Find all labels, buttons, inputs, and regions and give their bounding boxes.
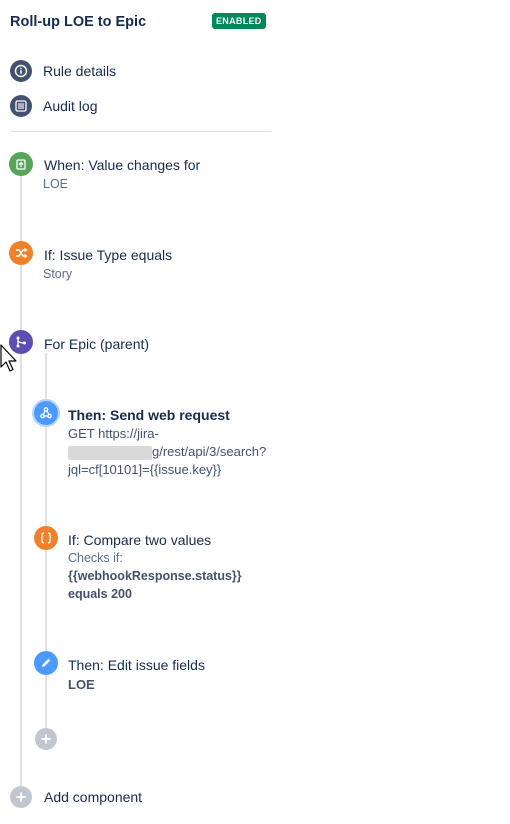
- send-web-request-step[interactable]: Then: Send web request GET https://jira-…: [32, 399, 274, 481]
- trigger-title: When: Value changes for: [44, 157, 201, 173]
- rule-details-link[interactable]: Rule details: [10, 60, 210, 84]
- trigger-value: LOE: [43, 177, 69, 191]
- add-component-label: Add component: [44, 789, 143, 805]
- rule-title: Roll-up LOE to Epic: [10, 14, 147, 30]
- web-request-url-line2: g/rest/api/3/search?: [152, 444, 267, 459]
- braces-icon: [34, 526, 58, 550]
- rule-details-label: Rule details: [43, 63, 117, 79]
- edit-issue-fields-step[interactable]: Then: Edit issue fields LOE: [34, 651, 274, 695]
- audit-log-link[interactable]: Audit log: [10, 95, 210, 119]
- branch-title: For Epic (parent): [44, 336, 150, 352]
- branch-step[interactable]: For Epic (parent): [9, 330, 269, 356]
- edit-issue-fields-title: Then: Edit issue fields: [68, 657, 205, 673]
- web-request-url-line1: GET https://jira-: [68, 426, 159, 441]
- issue-type-condition-step[interactable]: If: Issue Type equals Story: [9, 241, 269, 285]
- divider: [10, 131, 271, 132]
- webhook-icon: [34, 401, 58, 425]
- trigger-step[interactable]: When: Value changes for LOE: [9, 152, 269, 196]
- list-icon: [10, 95, 32, 117]
- info-icon: [10, 60, 32, 82]
- plus-icon: [10, 786, 32, 808]
- status-badge: ENABLED: [212, 13, 266, 29]
- add-branch-component-button[interactable]: [35, 728, 57, 750]
- shuffle-icon: [9, 241, 33, 265]
- pencil-icon: [34, 651, 58, 675]
- compare-expression: {{webhookResponse.status}}: [68, 569, 242, 583]
- compare-values-step[interactable]: If: Compare two values Checks if: {{webh…: [34, 526, 274, 606]
- audit-log-label: Audit log: [43, 98, 98, 114]
- issue-type-condition-title: If: Issue Type equals: [44, 247, 173, 263]
- compare-equals: equals 200: [68, 587, 132, 601]
- issue-type-condition-value: Story: [43, 267, 73, 281]
- trigger-icon: [9, 152, 33, 176]
- compare-checks-label: Checks if:: [68, 551, 123, 565]
- edit-issue-fields-value: LOE: [68, 677, 95, 692]
- redacted-hostname: [68, 446, 152, 460]
- mouse-cursor: [0, 344, 20, 374]
- web-request-url-line3: jql=cf[10101]={{issue.key}}: [68, 462, 222, 477]
- compare-values-title: If: Compare two values: [68, 532, 212, 548]
- send-web-request-title: Then: Send web request: [68, 407, 230, 423]
- add-component-button[interactable]: Add component: [10, 786, 210, 810]
